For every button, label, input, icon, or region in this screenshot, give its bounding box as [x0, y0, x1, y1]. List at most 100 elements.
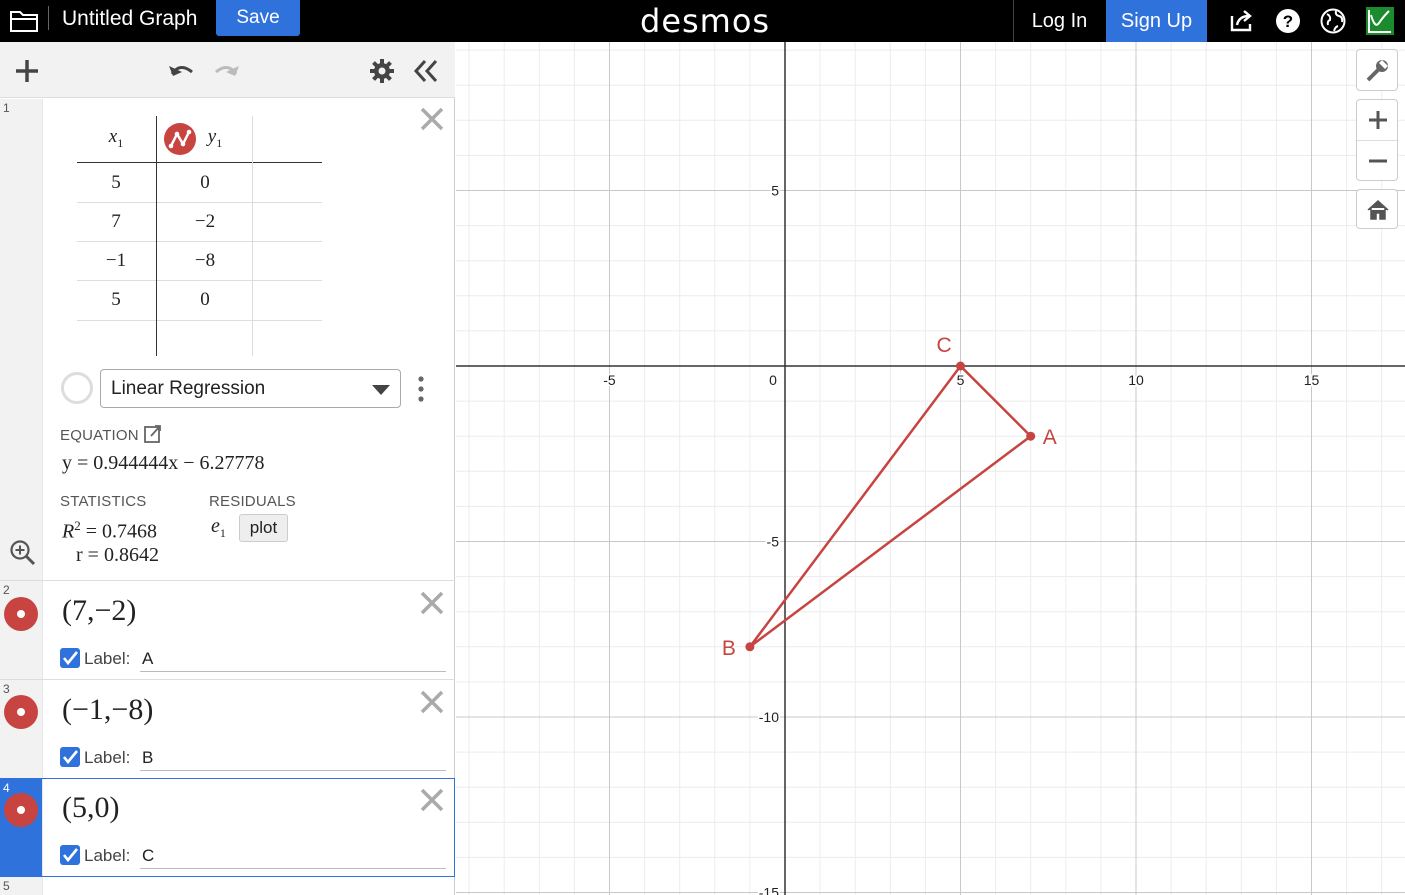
folder-icon[interactable] — [8, 6, 40, 34]
expression-input[interactable]: (7,−2) — [62, 594, 136, 628]
table-cell[interactable]: 5 — [96, 172, 136, 194]
graph-title[interactable]: Untitled Graph — [62, 7, 197, 31]
point-C[interactable] — [956, 361, 965, 371]
table-header-x[interactable]: x1 — [96, 126, 136, 151]
label-input[interactable]: B — [140, 748, 446, 771]
point-color-toggle[interactable] — [4, 793, 38, 827]
graph-paper[interactable]: -5 0 5 10 15 5 -5 -10 -15 A B C — [456, 42, 1405, 895]
table-cell[interactable]: −2 — [176, 211, 234, 233]
desmos-logo: desmos — [640, 2, 771, 40]
copy-equation-icon[interactable] — [143, 424, 163, 444]
plus-icon[interactable] — [12, 56, 42, 86]
table-column-rule — [252, 116, 253, 356]
table-cell[interactable]: −8 — [176, 250, 234, 272]
gear-icon[interactable] — [367, 56, 397, 86]
expression-index: 4 — [3, 781, 10, 795]
table-rule — [77, 320, 322, 321]
expression-index: 3 — [3, 682, 10, 696]
home-button[interactable] — [1356, 189, 1398, 229]
label-row: Label: A — [60, 646, 447, 672]
zoom-controls — [1356, 99, 1398, 181]
label-checkbox[interactable] — [60, 845, 80, 865]
redo-icon[interactable] — [212, 56, 242, 86]
label-input[interactable]: C — [140, 846, 446, 869]
x-tick-label: -5 — [603, 372, 616, 388]
x-tick-label: 15 — [1304, 372, 1320, 388]
top-bar: Untitled Graph Save desmos Log In Sign U… — [0, 0, 1405, 42]
undo-icon[interactable] — [166, 56, 196, 86]
residuals-label: RESIDUALS — [209, 493, 296, 510]
close-icon[interactable] — [419, 590, 445, 616]
series-style-icon[interactable] — [163, 122, 197, 156]
residual-variable: e1 — [211, 515, 226, 540]
regression-toggle[interactable] — [61, 372, 93, 404]
point-label-A: A — [1043, 426, 1057, 449]
regression-type-label: Linear Regression — [111, 378, 266, 399]
table-cell[interactable]: 5 — [96, 289, 136, 311]
point-A[interactable] — [1026, 431, 1036, 441]
login-button[interactable]: Log In — [1013, 0, 1105, 42]
regression-type-select[interactable]: Linear Regression — [100, 369, 401, 408]
expression-gutter[interactable]: 3 — [0, 680, 43, 778]
expression-toolbar — [0, 42, 455, 98]
close-icon[interactable] — [419, 689, 445, 715]
table-cell[interactable]: 0 — [176, 289, 234, 311]
r-value: r = 0.8642 — [76, 544, 159, 566]
point-label-B: B — [722, 637, 736, 660]
table-header-rule — [77, 162, 322, 163]
more-options-icon[interactable] — [418, 375, 424, 403]
expression-input[interactable]: (5,0) — [62, 791, 119, 825]
expression-input[interactable]: (−1,−8) — [62, 693, 153, 727]
zoom-out-icon[interactable] — [1366, 149, 1390, 173]
point-color-toggle[interactable] — [4, 695, 38, 729]
expression-gutter[interactable]: 2 — [0, 581, 43, 679]
label-row: Label: C — [60, 843, 447, 869]
expression-gutter[interactable]: 5 — [0, 877, 43, 895]
y-tick-label: -10 — [759, 709, 779, 725]
graph-canvas[interactable]: -5 0 5 10 15 5 -5 -10 -15 A B C — [456, 42, 1405, 895]
expression-index: 2 — [3, 583, 10, 597]
label-checkbox[interactable] — [60, 648, 80, 668]
x-tick-label: 10 — [1128, 372, 1144, 388]
label-caption: Label: — [84, 649, 131, 668]
share-icon[interactable] — [1227, 7, 1255, 35]
table-header-y[interactable]: y1 — [198, 126, 232, 151]
globe-icon[interactable] — [1319, 7, 1347, 35]
wrench-icon — [1366, 60, 1388, 82]
expression-divider — [0, 580, 455, 581]
help-icon[interactable]: ? — [1274, 7, 1302, 35]
close-icon[interactable] — [419, 106, 445, 132]
chevron-down-icon — [372, 385, 390, 395]
desmos-brand-icon — [1366, 7, 1394, 35]
table-cell[interactable]: 7 — [96, 211, 136, 233]
table-cell[interactable]: 0 — [176, 172, 234, 194]
svg-text:?: ? — [1283, 12, 1293, 31]
home-icon — [1367, 199, 1389, 220]
r-squared-value: R2 = 0.7468 — [62, 518, 157, 543]
expression-divider — [0, 679, 455, 680]
point-B[interactable] — [745, 642, 755, 652]
close-icon[interactable] — [419, 787, 445, 813]
plot-residuals-button[interactable]: plot — [239, 514, 288, 542]
zoom-fit-icon[interactable] — [9, 539, 37, 567]
y-tick-label: -15 — [759, 885, 779, 895]
signup-button[interactable]: Sign Up — [1106, 0, 1207, 42]
expression-gutter[interactable]: 1 — [0, 99, 43, 580]
table-column-rule — [156, 116, 157, 356]
regression-equation[interactable]: y = 0.944444x − 6.27778 — [62, 452, 265, 475]
save-button[interactable]: Save — [216, 0, 300, 36]
expression-index: 5 — [3, 879, 10, 893]
table-rule — [77, 202, 322, 203]
label-checkbox[interactable] — [60, 747, 80, 767]
y-tick-label: 5 — [771, 183, 779, 199]
zoom-in-icon[interactable] — [1366, 108, 1390, 132]
topbar-divider — [48, 6, 49, 30]
point-color-toggle[interactable] — [4, 597, 38, 631]
table-rule — [77, 241, 322, 242]
double-chevron-left-icon[interactable] — [411, 56, 441, 86]
label-caption: Label: — [84, 846, 131, 865]
label-input[interactable]: A — [140, 649, 446, 672]
table-cell[interactable]: −1 — [96, 250, 136, 272]
expression-gutter-active[interactable]: 4 — [0, 779, 43, 876]
graph-settings-button[interactable] — [1356, 49, 1398, 91]
